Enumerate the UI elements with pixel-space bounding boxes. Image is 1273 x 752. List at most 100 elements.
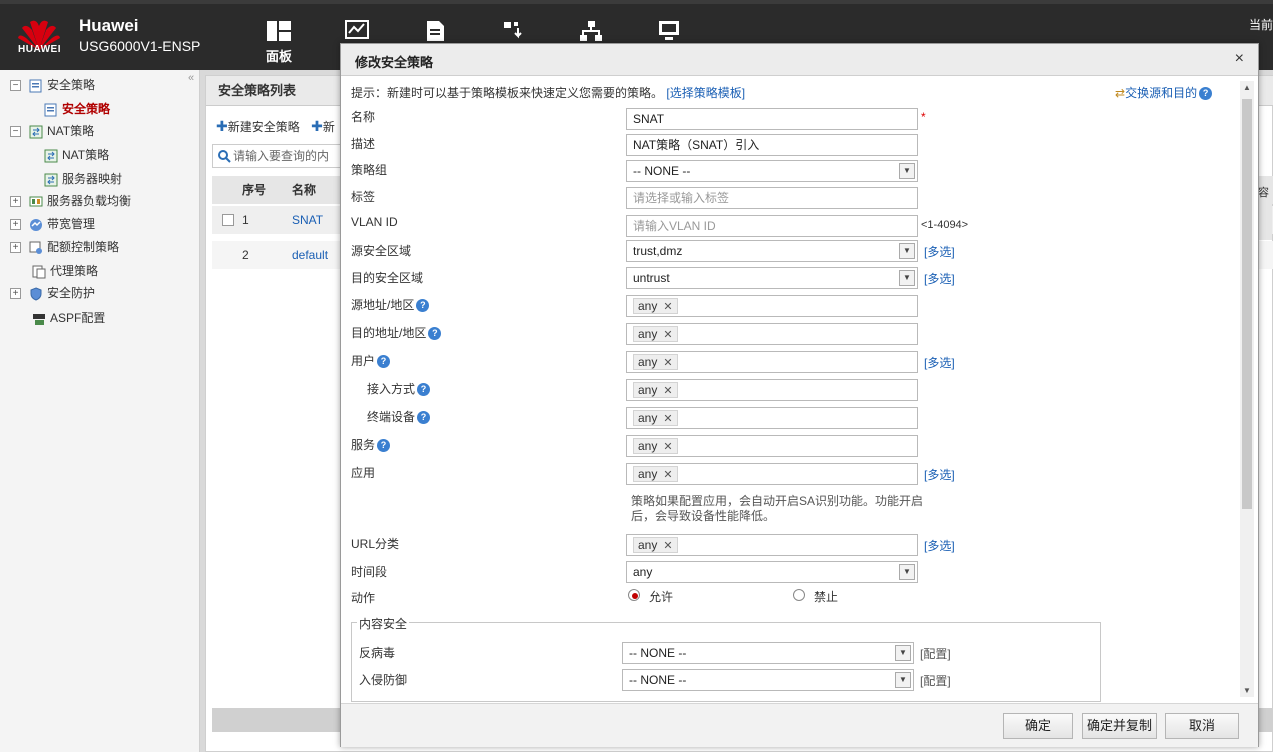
scroll-down-icon[interactable]: ▼	[1243, 686, 1251, 695]
required-mark: *	[921, 110, 926, 124]
dst-addr-input[interactable]: any ✕	[626, 323, 918, 345]
url-multi-link[interactable]: [多选]	[924, 537, 955, 554]
src-zone-select[interactable]: trust,dmz ▼	[626, 240, 918, 262]
sidebar-item-security-protection[interactable]: + 安全防护	[10, 282, 95, 304]
ips-select[interactable]: -- NONE -- ▼	[622, 669, 914, 691]
collapse-icon[interactable]: −	[10, 80, 21, 92]
remove-tag-icon[interactable]: ✕	[663, 385, 672, 397]
sidebar-item-server-load-balancing[interactable]: + 服务器负载均衡	[10, 190, 131, 212]
expand-icon[interactable]: +	[10, 288, 21, 300]
expand-icon[interactable]: +	[10, 242, 21, 254]
dialog-scrollbar[interactable]: ▲ ▼	[1240, 81, 1254, 697]
chevron-down-icon[interactable]: ▼	[899, 163, 915, 179]
remove-tag-icon[interactable]: ✕	[663, 301, 672, 313]
dst-zone-select[interactable]: untrust ▼	[626, 267, 918, 289]
sidebar-collapse-icon[interactable]: «	[188, 72, 194, 84]
sidebar-item-aspf[interactable]: ASPF配置	[32, 307, 105, 329]
tag-input[interactable]: 请选择或输入标签	[626, 187, 918, 209]
desc-input[interactable]: NAT策略（SNAT）引入	[626, 134, 918, 156]
collapse-icon[interactable]: −	[10, 126, 21, 138]
chevron-down-icon[interactable]: ▼	[895, 672, 911, 688]
app-multi-link[interactable]: [多选]	[924, 466, 955, 483]
row-checkbox[interactable]	[222, 214, 234, 226]
select-template-link[interactable]: [选择策略模板]	[666, 86, 745, 100]
access-input[interactable]: any ✕	[626, 379, 918, 401]
sidebar-item-nat-policy[interactable]: NAT策略	[44, 144, 109, 166]
antivirus-select[interactable]: -- NONE -- ▼	[622, 642, 914, 664]
sidebar-item-nat-policy-group[interactable]: − NAT策略	[10, 120, 94, 142]
vlan-label: VLAN ID	[351, 215, 398, 229]
help-icon[interactable]: ?	[428, 327, 442, 341]
remove-tag-icon[interactable]: ✕	[663, 540, 672, 552]
group-select[interactable]: -- NONE -- ▼	[626, 160, 918, 182]
list-search-placeholder: 请输入要查询的内	[233, 149, 330, 163]
remove-tag-icon[interactable]: ✕	[663, 357, 672, 369]
ips-config-link[interactable]: [配置]	[920, 672, 951, 689]
proxy-icon	[32, 265, 46, 279]
action-deny-radio[interactable]	[793, 589, 805, 601]
swap-src-dst-button[interactable]: ⇄交换源和目的?	[1115, 84, 1213, 101]
system-icon	[659, 21, 679, 40]
nat-icon	[29, 125, 43, 139]
src-zone-multi-link[interactable]: [多选]	[924, 243, 955, 260]
action-allow-radio[interactable]	[628, 589, 640, 601]
sidebar-item-quota-control[interactable]: + 配额控制策略	[10, 236, 119, 258]
remove-tag-icon[interactable]: ✕	[663, 469, 672, 481]
remove-tag-icon[interactable]: ✕	[663, 413, 672, 425]
sidebar-item-security-policy-group[interactable]: − 安全策略	[10, 74, 95, 96]
sidebar-item-proxy-policy[interactable]: 代理策略	[32, 260, 98, 282]
app-input[interactable]: any ✕	[626, 463, 918, 485]
help-icon[interactable]: ?	[1199, 87, 1213, 101]
ips-label: 入侵防御	[359, 673, 408, 687]
src-addr-input[interactable]: any ✕	[626, 295, 918, 317]
add-policy-button[interactable]: ✚新建安全策略	[216, 118, 300, 134]
scroll-up-icon[interactable]: ▲	[1243, 83, 1251, 92]
terminal-input[interactable]: any ✕	[626, 407, 918, 429]
chevron-down-icon[interactable]: ▼	[895, 645, 911, 661]
sidebar-item-server-mapping[interactable]: 服务器映射	[44, 168, 122, 190]
vlan-input[interactable]: 请输入VLAN ID	[626, 215, 918, 237]
row-name-link[interactable]: default	[292, 241, 328, 269]
list-search-input[interactable]: 请输入要查询的内	[212, 144, 352, 168]
dialog-title: 修改安全策略	[355, 55, 434, 70]
user-input[interactable]: any ✕	[626, 351, 918, 373]
chevron-down-icon[interactable]: ▼	[899, 564, 915, 580]
ok-button[interactable]: 确定	[1003, 713, 1073, 739]
row-name-link[interactable]: SNAT	[292, 206, 323, 234]
name-input[interactable]: SNAT	[626, 108, 918, 130]
remove-tag-icon[interactable]: ✕	[663, 441, 672, 453]
expand-icon[interactable]: +	[10, 196, 21, 208]
expand-icon[interactable]: +	[10, 219, 21, 231]
ok-and-copy-button[interactable]: 确定并复制	[1082, 713, 1157, 739]
brand-model: USG6000V1-ENSP	[79, 38, 201, 54]
sidebar-item-bandwidth[interactable]: + 带宽管理	[10, 213, 95, 235]
help-icon[interactable]: ?	[416, 299, 430, 313]
quota-icon	[29, 241, 42, 254]
app-note: 策略如果配置应用，会自动开启SA识别功能。功能开启后，会导致设备性能降低。	[631, 494, 924, 523]
scrollbar-thumb[interactable]	[1242, 99, 1252, 509]
shield-icon	[30, 287, 42, 301]
dst-zone-multi-link[interactable]: [多选]	[924, 270, 955, 287]
add-second-label: 新	[322, 120, 335, 134]
add-second-button[interactable]: ✚新	[311, 118, 335, 134]
sidebar-item-label: 安全策略	[47, 78, 96, 92]
dst-zone-value: untrust	[633, 271, 670, 285]
service-input[interactable]: any ✕	[626, 435, 918, 457]
help-icon[interactable]: ?	[417, 383, 431, 397]
close-icon[interactable]: ×	[1235, 50, 1244, 68]
time-select[interactable]: any ▼	[626, 561, 918, 583]
chevron-down-icon[interactable]: ▼	[899, 243, 915, 259]
help-icon[interactable]: ?	[377, 355, 391, 369]
nav-dashboard-label: 面板	[265, 49, 292, 64]
nav-dashboard[interactable]: 面板	[240, 18, 318, 70]
remove-tag-icon[interactable]: ✕	[663, 329, 672, 341]
antivirus-config-link[interactable]: [配置]	[920, 645, 951, 662]
help-icon[interactable]: ?	[417, 411, 431, 425]
template-hint: 提示：新建时可以基于策略模板来快速定义您需要的策略。 [选择策略模板]	[351, 84, 745, 101]
cancel-button[interactable]: 取消	[1165, 713, 1239, 739]
help-icon[interactable]: ?	[377, 439, 391, 453]
url-input[interactable]: any ✕	[626, 534, 918, 556]
sidebar-item-security-policy[interactable]: 安全策略	[44, 98, 110, 120]
user-multi-link[interactable]: [多选]	[924, 354, 955, 371]
chevron-down-icon[interactable]: ▼	[899, 270, 915, 286]
